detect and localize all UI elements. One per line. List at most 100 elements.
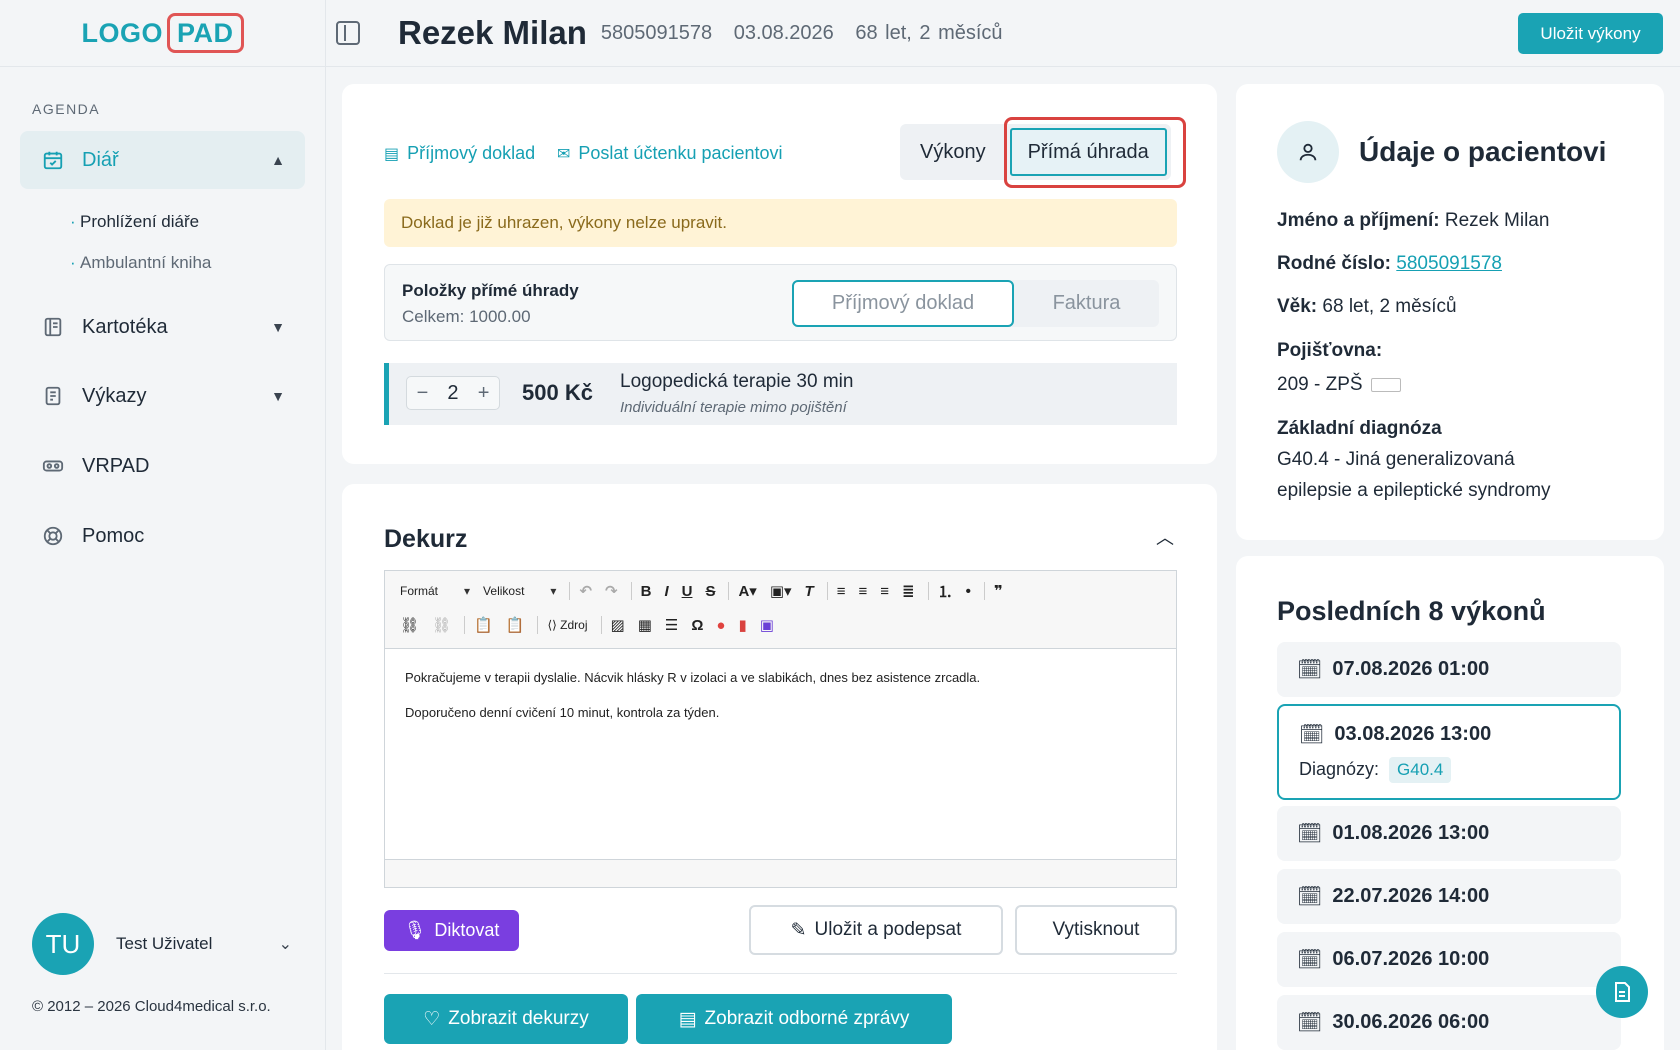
dictate-label: Diktovat <box>434 920 500 940</box>
redo-icon[interactable]: ↷ <box>605 582 618 600</box>
quote-icon[interactable]: ❞ <box>994 582 1003 600</box>
age-row: Věk: 68 let, 2 měsíců <box>1277 296 1457 318</box>
patient-age: 68 let, 2 měsíců <box>855 21 1003 44</box>
sidebar-item-label: Diář <box>82 148 119 171</box>
ai-icon[interactable]: ▣ <box>760 616 774 634</box>
paid-alert: Doklad je již uhrazen, výkony nelze upra… <box>384 199 1177 247</box>
quantity-stepper[interactable]: − 2 + <box>406 376 500 410</box>
visit-item[interactable]: 🗓 01.08.2026 13:00 <box>1277 806 1621 861</box>
show-reports-button[interactable]: ▤ Zobrazit odborné zprávy <box>636 994 952 1044</box>
visit-item[interactable]: 🗓 22.07.2026 14:00 <box>1277 869 1621 924</box>
diagnosis-tag[interactable]: G40.4 <box>1389 756 1452 783</box>
source-button[interactable]: ⟨⟩ Zdroj <box>547 618 587 632</box>
dictate-button[interactable]: 🎙 Diktovat <box>384 910 519 951</box>
chevron-up-icon: ▲ <box>271 152 285 168</box>
insurance-label: Pojišťovna: <box>1277 340 1382 362</box>
undo-icon[interactable]: ↶ <box>579 582 592 600</box>
receipt-link-label: Příjmový doklad <box>407 143 536 163</box>
size-label: Velikost <box>483 584 525 598</box>
diagnosis-label: Diagnózy: <box>1299 759 1380 779</box>
print-button[interactable]: Vytisknout <box>1015 905 1177 955</box>
chevron-down-icon: ⌄ <box>278 936 292 953</box>
unlink-icon[interactable]: ⛓ <box>432 616 451 634</box>
align-left-icon[interactable]: ≡ <box>837 583 846 600</box>
vr-icon <box>40 453 66 479</box>
image-icon[interactable]: ▨ <box>611 616 625 634</box>
italic-icon[interactable]: I <box>664 583 668 600</box>
visit-item[interactable]: 🗓 06.07.2026 10:00 <box>1277 932 1621 987</box>
calendar-icon: 🗓 <box>1297 823 1323 845</box>
patient-info-header: Údaje o pacientovi <box>1277 121 1606 183</box>
editor-resize-bar[interactable] <box>385 859 1176 887</box>
calendar-icon: 🗓 <box>1297 886 1323 908</box>
visit-item-selected[interactable]: 🗓 03.08.2026 13:00 Diagnózy: G40.4 <box>1277 704 1621 800</box>
editor-content[interactable]: Pokračujeme v terapii dyslalie. Nácvik h… <box>385 649 1176 763</box>
logo[interactable]: LOGO PAD <box>0 0 325 67</box>
receipt-link[interactable]: ▤ Příjmový doklad <box>384 143 535 164</box>
table-icon[interactable]: ▦ <box>638 616 652 634</box>
format-dropdown[interactable]: Formát ▾ <box>400 584 470 598</box>
patient-info-title: Údaje o pacientovi <box>1359 136 1607 167</box>
rc-link[interactable]: 5805091578 <box>1396 253 1502 274</box>
bold-icon[interactable]: B <box>641 583 652 600</box>
send-receipt-link[interactable]: ✉ Poslat účtenku pacientovi <box>557 143 783 164</box>
bg-color-icon[interactable]: ▣▾ <box>770 582 792 600</box>
visit-date: 06.07.2026 10:00 <box>1332 948 1490 970</box>
mail-icon: ✉ <box>557 145 571 163</box>
link-icon[interactable]: ⛓ <box>400 616 419 634</box>
show-reports-label: Zobrazit odborné zprávy <box>704 1008 910 1029</box>
show-dekurz-label: Zobrazit dekurzy <box>448 1008 589 1029</box>
special-char-icon[interactable]: Ω <box>691 617 703 634</box>
sidebar-item-pomoc[interactable]: Pomoc <box>20 507 305 565</box>
sidebar-item-label: Pomoc <box>82 524 145 547</box>
pdf-icon[interactable]: ▮ <box>738 616 746 634</box>
underline-icon[interactable]: U <box>682 583 693 600</box>
sidebar-item-diar[interactable]: Diář ▲ <box>20 131 305 189</box>
editor-paragraph: Doporučeno denní cvičení 10 minut, kontr… <box>405 705 720 720</box>
sidebar-subitem-prohlizeni[interactable]: Prohlížení diáře <box>70 212 199 232</box>
chevron-up-icon[interactable]: ︿ <box>1156 524 1174 550</box>
user-menu[interactable]: TU Test Uživatel ⌄ <box>32 913 292 975</box>
patient-name-row: Jméno a příjmení: Rezek Milan <box>1277 210 1549 232</box>
avatar: TU <box>32 913 94 975</box>
numbered-list-icon[interactable]: ⒈ <box>938 581 953 602</box>
sidebar-subitem-ambulantni[interactable]: Ambulantní kniha <box>70 253 211 273</box>
line-subtitle: Individuální terapie mimo pojištění <box>620 399 847 416</box>
user-icon <box>1277 121 1339 183</box>
doc-type-invoice[interactable]: Faktura <box>1014 280 1159 327</box>
bullet-list-icon[interactable]: • <box>966 583 971 600</box>
clear-format-icon[interactable]: T <box>805 583 814 600</box>
editor-toolbar: Formát ▾ Velikost ▾ ↶ ↷ B I U S A▾ ▣▾ T ≡ … <box>385 571 1176 649</box>
paste-icon[interactable]: 📋 <box>474 616 493 634</box>
visit-date: 07.08.2026 01:00 <box>1332 658 1490 680</box>
show-dekurz-button[interactable]: ♡ Zobrazit dekurzy <box>384 994 628 1044</box>
lifebuoy-icon <box>40 523 66 549</box>
plus-icon[interactable]: + <box>478 382 490 405</box>
items-total: Celkem: 1000.00 <box>402 307 531 326</box>
highlight-ring <box>1004 117 1186 188</box>
document-fab-button[interactable] <box>1596 966 1648 1018</box>
minus-icon[interactable]: − <box>417 382 429 405</box>
tab-vykony[interactable]: Výkony <box>900 124 1006 180</box>
diagnosis-label-text: Základní diagnóza <box>1277 418 1442 439</box>
chevron-down-icon: ▼ <box>271 319 285 335</box>
sidebar-item-kartoteka[interactable]: Kartotéka ▼ <box>20 298 305 356</box>
save-sign-button[interactable]: ✎ Uložit a podepsat <box>749 905 1003 955</box>
sidebar-item-vykazy[interactable]: Výkazy ▼ <box>20 367 305 425</box>
align-right-icon[interactable]: ≡ <box>880 583 889 600</box>
sidebar: LOGO PAD AGENDA Diář ▲ Prohlížení diáře … <box>0 0 326 1050</box>
justify-icon[interactable]: ≣ <box>902 582 915 600</box>
strike-icon[interactable]: S <box>705 583 715 600</box>
paste-text-icon[interactable]: 📋 <box>506 616 525 634</box>
size-dropdown[interactable]: Velikost ▾ <box>483 584 556 598</box>
text-color-icon[interactable]: A▾ <box>738 582 756 600</box>
visit-item[interactable]: 🗓 07.08.2026 01:00 <box>1277 642 1621 697</box>
align-center-icon[interactable]: ≡ <box>858 583 867 600</box>
save-performances-button[interactable]: Uložit výkony <box>1518 13 1663 54</box>
hr-icon[interactable]: ☰ <box>665 616 678 634</box>
sidebar-item-vrpad[interactable]: VRPAD <box>20 437 305 495</box>
doc-type-receipt[interactable]: Příjmový doklad <box>792 280 1014 327</box>
comment-icon[interactable]: ● <box>716 617 725 634</box>
visit-item[interactable]: 🗓 30.06.2026 06:00 <box>1277 995 1621 1050</box>
sidebar-toggle-icon[interactable] <box>336 21 360 45</box>
